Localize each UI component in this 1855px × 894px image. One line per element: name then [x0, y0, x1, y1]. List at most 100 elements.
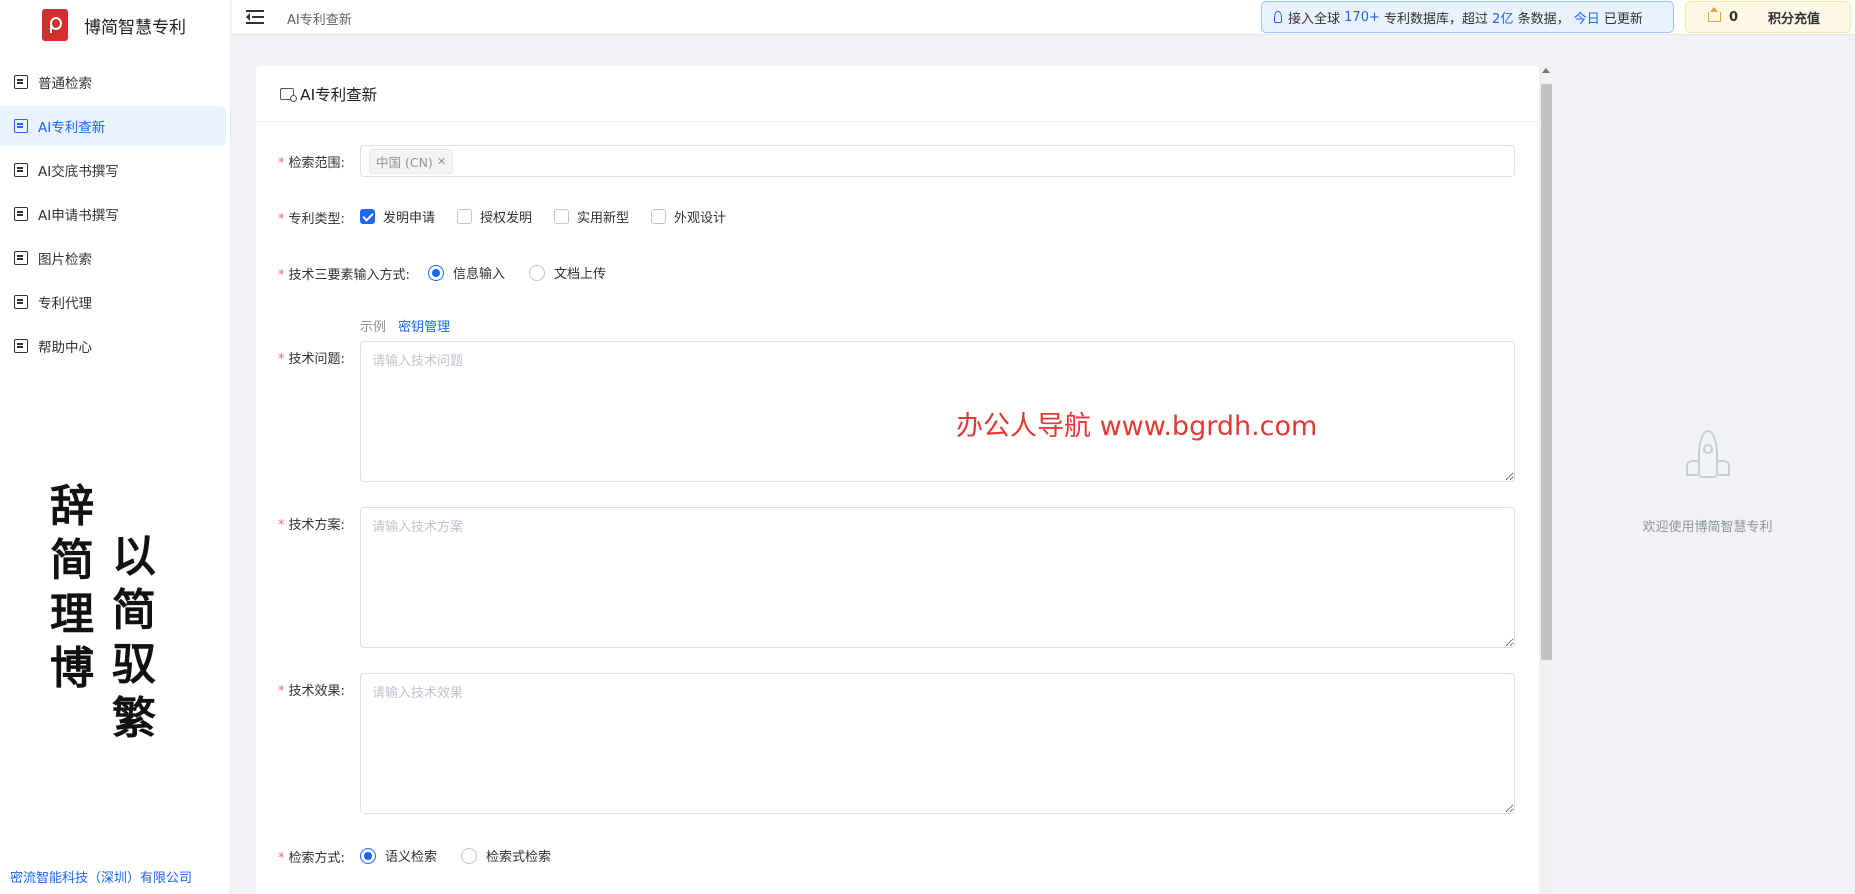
required-mark: *	[278, 352, 285, 367]
checkbox-design[interactable]: 外观设计	[651, 207, 726, 226]
input-mode-label: * 技术三要素输入方式:	[278, 268, 410, 283]
rocket-icon	[1684, 430, 1732, 494]
radio-doc-upload[interactable]: 文档上传	[529, 263, 606, 282]
form-scrollbar[interactable]	[1539, 66, 1554, 894]
radio-semantic-search[interactable]: 语义检索	[360, 846, 437, 865]
radio-dot[interactable]	[428, 264, 444, 281]
radio-dot[interactable]	[529, 264, 546, 281]
option-label: 实用新型	[577, 211, 630, 226]
checkbox-granted-invention[interactable]: 授权发明	[457, 207, 532, 226]
ai-novelty-search-card: AI专利查新 * 检索范围: 中国 (CN) ✕ * 专利类型: 发明申请 授权发明…	[256, 66, 1539, 894]
card-header: AI专利查新	[256, 66, 1539, 122]
sidebar-item-label: 专利代理	[38, 296, 92, 312]
sidebar-item-label: 图片检索	[38, 252, 92, 268]
key-management-link[interactable]: 密钥管理	[398, 320, 450, 335]
calligraphy-column-1: 辞简理博	[50, 481, 94, 694]
sidebar-item-label: AI专利查新	[38, 120, 106, 136]
image-icon	[14, 251, 28, 265]
radio-query-search[interactable]: 检索式检索	[461, 846, 551, 865]
notice-text: 专利数据库，超过	[1384, 11, 1489, 27]
option-label: 外观设计	[674, 211, 727, 226]
sidebar-item-ai-novelty-search[interactable]: AI专利查新	[0, 106, 226, 146]
checkbox-box[interactable]	[651, 209, 667, 224]
ai-search-icon	[280, 87, 297, 102]
checkbox-box[interactable]	[360, 209, 375, 224]
empty-result-panel: 欢迎使用博简智慧专利	[1560, 430, 1855, 535]
notice-text: 接入全球	[1288, 11, 1341, 27]
scope-tag-cn: 中国 (CN) ✕	[369, 148, 454, 174]
option-label: 文档上传	[554, 267, 607, 282]
database-notice: 接入全球 170+ 专利数据库，超过 2亿 条数据， 今日 已更新	[1261, 1, 1674, 33]
effect-label: * 技术效果:	[278, 684, 345, 699]
checkbox-box[interactable]	[457, 209, 473, 224]
checkbox-utility-model[interactable]: 实用新型	[554, 207, 629, 226]
input-mode-group: 信息输入 文档上传	[428, 263, 628, 282]
sidebar-item-help-center[interactable]: 帮助中心	[0, 326, 226, 366]
breadcrumb: AI专利查新	[287, 13, 352, 28]
required-mark: *	[278, 156, 285, 171]
search-method-group: 语义检索 检索式检索	[360, 846, 573, 865]
sidebar-item-label: 普通检索	[38, 76, 92, 92]
helper-links: 示例 密钥管理	[360, 316, 450, 335]
sidebar-item-label: AI申请书撰写	[38, 208, 119, 224]
notice-count: 2亿	[1492, 11, 1514, 27]
scope-select[interactable]: 中国 (CN) ✕	[360, 145, 1515, 177]
book-icon	[14, 339, 28, 353]
checkbox-invention-application[interactable]: 发明申请	[360, 207, 435, 226]
patent-type-label: * 专利类型:	[278, 212, 345, 227]
calligraphy-column-2: 以简驭繁	[112, 531, 156, 744]
example-link[interactable]: 示例	[360, 320, 386, 335]
sidebar-item-label: AI交底书撰写	[38, 164, 119, 180]
edit-icon	[14, 207, 28, 221]
notice-text: 条数据，	[1517, 11, 1570, 27]
calligraphy-art: 辞简理博 以简驭繁	[46, 480, 176, 760]
notice-text: 已更新	[1603, 11, 1643, 27]
menu-collapse-icon[interactable]	[246, 10, 264, 24]
search-method-label: * 检索方式:	[278, 851, 345, 866]
solution-label: * 技术方案:	[278, 518, 345, 533]
sidebar-item-normal-search[interactable]: 普通检索	[0, 62, 226, 102]
close-icon[interactable]: ✕	[437, 155, 446, 168]
checkbox-box[interactable]	[554, 209, 570, 224]
option-label: 授权发明	[480, 211, 533, 226]
tag-label: 中国 (CN)	[376, 154, 433, 170]
sidebar-nav: 普通检索 AI专利查新 AI交底书撰写 AI申请书撰写 图片检索 专利代理 帮助…	[0, 62, 230, 366]
option-label: 检索式检索	[486, 850, 552, 865]
topbar: AI专利查新 接入全球 170+ 专利数据库，超过 2亿 条数据， 今日 已更新…	[232, 0, 1855, 35]
notice-count: 170+	[1344, 9, 1380, 25]
ai-search-icon	[14, 119, 28, 133]
notice-today: 今日	[1573, 11, 1600, 27]
technical-effect-input[interactable]	[360, 673, 1515, 814]
patent-type-group: 发明申请 授权发明 实用新型 外观设计	[360, 207, 748, 226]
sidebar-item-ai-application-writing[interactable]: AI申请书撰写	[0, 194, 226, 234]
crown-icon	[1708, 7, 1721, 22]
sidebar: 博简智慧专利 普通检索 AI专利查新 AI交底书撰写 AI申请书撰写 图片检索 …	[0, 0, 231, 894]
agent-doc-icon	[14, 295, 28, 309]
required-mark: *	[278, 268, 285, 283]
card-title: AI专利查新	[300, 85, 378, 104]
problem-label: * 技术问题:	[278, 352, 345, 367]
recharge-button[interactable]: 积分充值	[1768, 8, 1820, 27]
brand-name: 博简智慧专利	[84, 17, 186, 38]
radio-info-input[interactable]: 信息输入	[428, 263, 505, 282]
technical-problem-input[interactable]	[360, 341, 1515, 482]
sidebar-item-patent-agency[interactable]: 专利代理	[0, 282, 226, 322]
brand-logo	[42, 9, 68, 41]
watermark-text: 办公人导航 www.bgrdh.com	[956, 411, 1318, 442]
option-label: 发明申请	[383, 211, 436, 226]
points-value: 0	[1729, 9, 1739, 25]
radio-dot[interactable]	[461, 847, 478, 864]
scroll-up-icon[interactable]	[1542, 68, 1550, 73]
sidebar-item-ai-disclosure-writing[interactable]: AI交底书撰写	[0, 150, 226, 190]
company-link[interactable]: 密流智能科技（深圳）有限公司	[10, 867, 192, 886]
sidebar-item-label: 帮助中心	[38, 340, 92, 356]
technical-solution-input[interactable]	[360, 507, 1515, 648]
required-mark: *	[278, 684, 285, 699]
rocket-icon	[1274, 11, 1282, 23]
brand[interactable]: 博简智慧专利	[0, 0, 230, 50]
radio-dot[interactable]	[360, 847, 376, 864]
scope-label: * 检索范围:	[278, 156, 345, 171]
sidebar-item-image-search[interactable]: 图片检索	[0, 238, 226, 278]
scroll-thumb[interactable]	[1541, 84, 1552, 660]
required-mark: *	[278, 212, 285, 227]
